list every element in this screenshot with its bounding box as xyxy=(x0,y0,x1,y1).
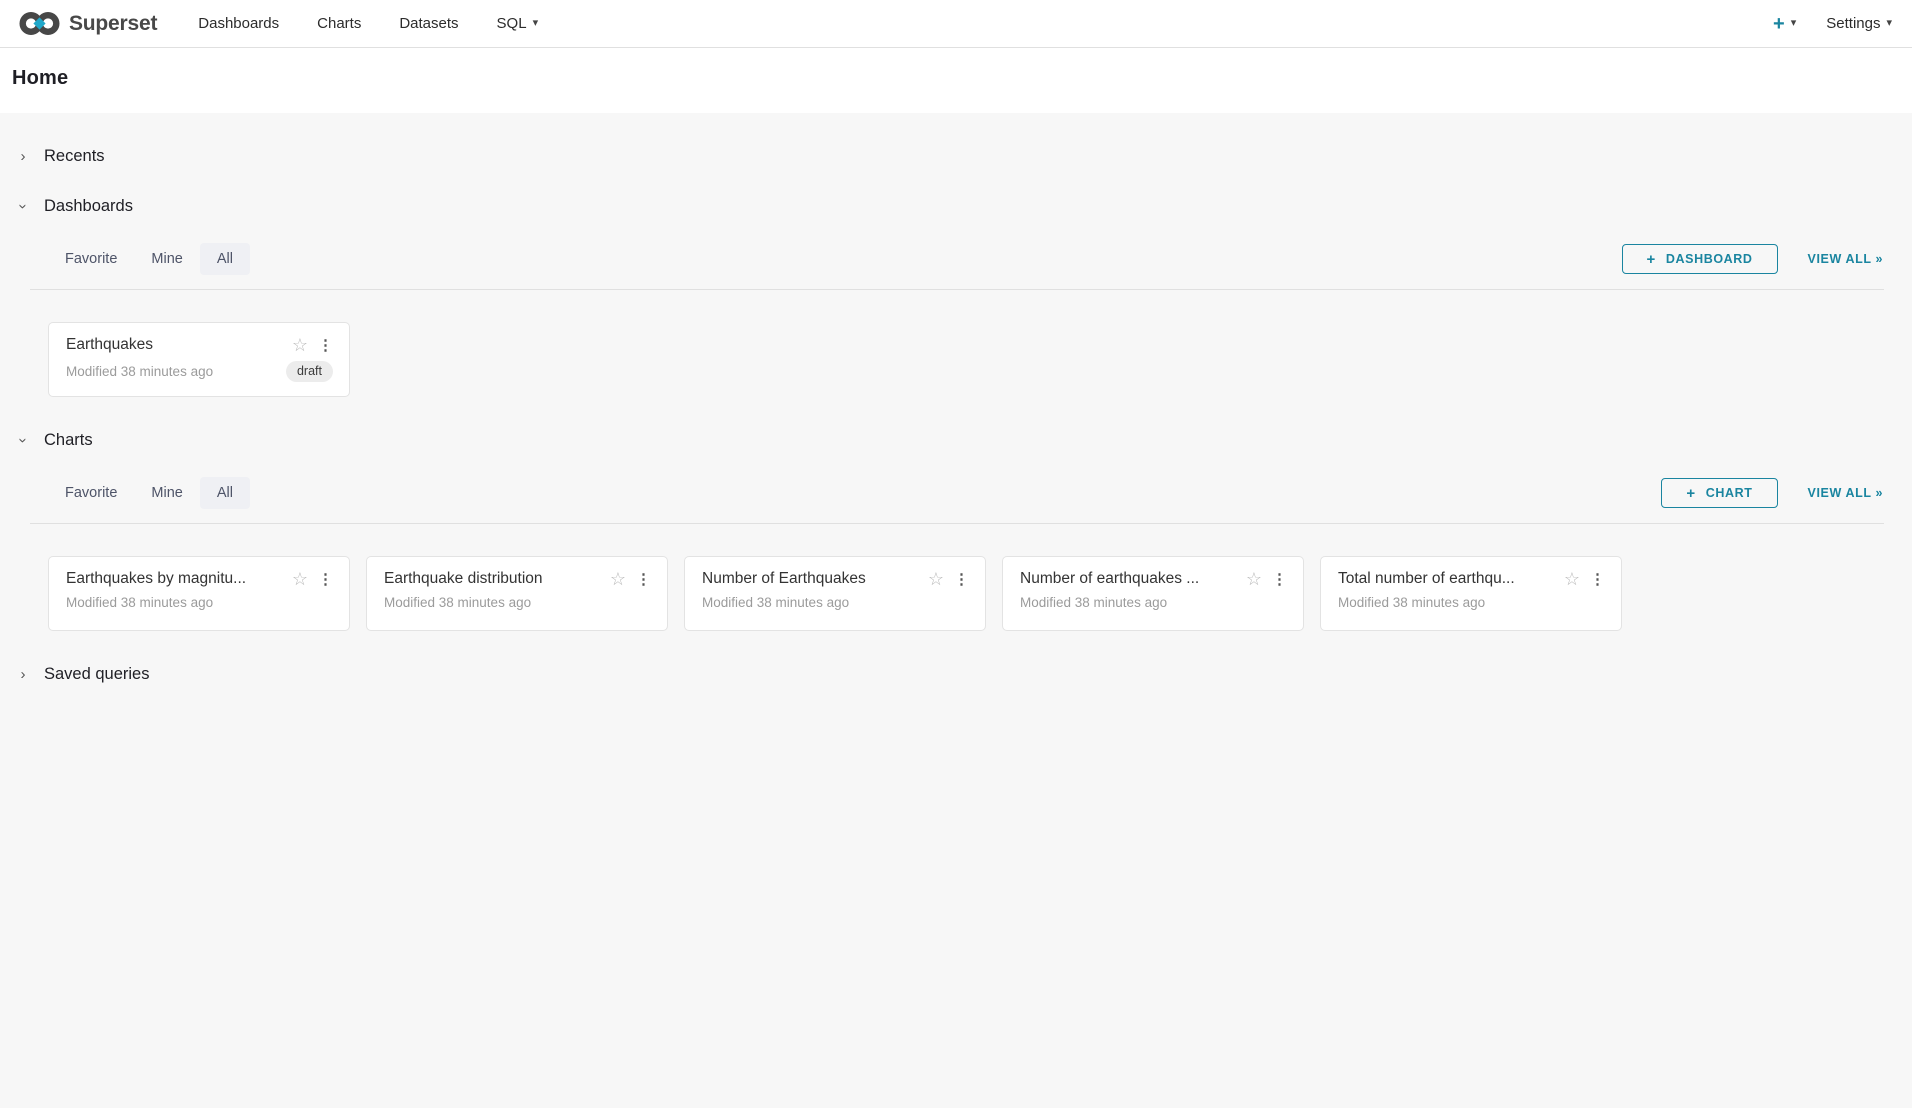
section-title: Charts xyxy=(44,431,93,450)
section-title: Saved queries xyxy=(44,665,150,684)
recents-section-toggle[interactable]: › Recents xyxy=(0,143,1912,169)
chart-card-number-of-earthquakes[interactable]: Number of Earthquakes ☆ ⋮ Modified 38 mi… xyxy=(684,556,986,631)
chevron-down-icon: › xyxy=(16,200,31,212)
section-saved-queries: › Saved queries xyxy=(0,661,1912,687)
section-title: Recents xyxy=(44,147,105,166)
chart-card-earthquakes-by-magnitude[interactable]: Earthquakes by magnitu... ☆ ⋮ Modified 3… xyxy=(48,556,350,631)
kebab-menu-icon[interactable]: ⋮ xyxy=(318,572,333,587)
kebab-menu-icon[interactable]: ⋮ xyxy=(1590,572,1605,587)
charts-submenu: Favorite Mine All + Chart View All » xyxy=(0,477,1912,509)
saved-queries-section-toggle[interactable]: › Saved queries xyxy=(0,661,1912,687)
card-title: Total number of earthqu... xyxy=(1338,570,1556,588)
chart-card-number-of-earthquakes-2[interactable]: Number of earthquakes ... ☆ ⋮ Modified 3… xyxy=(1002,556,1304,631)
nav-item-dashboards[interactable]: Dashboards xyxy=(179,0,298,47)
card-title: Number of Earthquakes xyxy=(702,570,920,588)
navbar-right: + ▾ Settings ▾ xyxy=(1773,14,1898,34)
dashboard-card-earthquakes[interactable]: Earthquakes ☆ ⋮ Modified 38 minutes ago … xyxy=(48,322,350,397)
dashboards-submenu-actions: + Dashboard View All » xyxy=(1622,244,1883,274)
card-modified-text: Modified 38 minutes ago xyxy=(702,595,849,610)
charts-tabs: Favorite Mine All xyxy=(48,477,250,509)
section-title: Dashboards xyxy=(44,197,133,216)
nav-item-label: Datasets xyxy=(399,15,458,32)
chevron-right-icon: › xyxy=(17,667,29,682)
section-recents: › Recents xyxy=(0,143,1912,169)
nav-item-label: Charts xyxy=(317,15,361,32)
favorite-star-icon[interactable]: ☆ xyxy=(292,570,308,588)
top-navbar: Superset Dashboards Charts Datasets SQL … xyxy=(0,0,1912,48)
nav-links: Dashboards Charts Datasets SQL ▾ xyxy=(179,0,557,47)
tab-favorite[interactable]: Favorite xyxy=(48,243,134,275)
brand-name: Superset xyxy=(69,12,157,36)
tab-mine[interactable]: Mine xyxy=(134,243,199,275)
nav-item-charts[interactable]: Charts xyxy=(298,0,380,47)
new-chart-button-label: Chart xyxy=(1706,486,1753,500)
nav-item-label: SQL xyxy=(497,15,527,32)
caret-down-icon: ▾ xyxy=(1791,18,1797,29)
tab-favorite[interactable]: Favorite xyxy=(48,477,134,509)
nav-item-sql[interactable]: SQL ▾ xyxy=(478,0,558,47)
chevron-down-icon: › xyxy=(16,434,31,446)
card-title: Earthquakes by magnitu... xyxy=(66,570,284,588)
favorite-star-icon[interactable]: ☆ xyxy=(1564,570,1580,588)
dashboards-submenu: Favorite Mine All + Dashboard View All » xyxy=(0,243,1912,275)
plus-icon: + xyxy=(1647,251,1656,268)
divider xyxy=(30,523,1884,524)
new-dashboard-button[interactable]: + Dashboard xyxy=(1622,244,1778,274)
nav-item-datasets[interactable]: Datasets xyxy=(380,0,477,47)
kebab-menu-icon[interactable]: ⋮ xyxy=(1272,572,1287,587)
plus-icon: + xyxy=(1686,485,1695,502)
dashboards-view-all-link[interactable]: View All » xyxy=(1808,252,1883,266)
chart-card-total-number-of-earthquakes[interactable]: Total number of earthqu... ☆ ⋮ Modified … xyxy=(1320,556,1622,631)
card-modified-text: Modified 38 minutes ago xyxy=(1020,595,1167,610)
new-dashboard-button-label: Dashboard xyxy=(1666,252,1753,266)
charts-submenu-actions: + Chart View All » xyxy=(1661,478,1883,508)
dashboards-card-row: Earthquakes ☆ ⋮ Modified 38 minutes ago … xyxy=(0,322,1912,397)
tab-all[interactable]: All xyxy=(200,243,250,275)
card-modified-text: Modified 38 minutes ago xyxy=(1338,595,1485,610)
tab-all[interactable]: All xyxy=(200,477,250,509)
charts-section-toggle[interactable]: › Charts xyxy=(0,427,1912,453)
new-item-menu-button[interactable]: + ▾ xyxy=(1773,14,1796,34)
kebab-menu-icon[interactable]: ⋮ xyxy=(954,572,969,587)
draft-status-badge: draft xyxy=(286,361,333,382)
dashboards-section-toggle[interactable]: › Dashboards xyxy=(0,193,1912,219)
divider xyxy=(30,289,1884,290)
favorite-star-icon[interactable]: ☆ xyxy=(292,336,308,354)
charts-view-all-link[interactable]: View All » xyxy=(1808,486,1883,500)
card-modified-text: Modified 38 minutes ago xyxy=(66,364,213,379)
section-charts: › Charts Favorite Mine All + Chart View … xyxy=(0,427,1912,631)
favorite-star-icon[interactable]: ☆ xyxy=(928,570,944,588)
card-title: Earthquake distribution xyxy=(384,570,602,588)
card-modified-text: Modified 38 minutes ago xyxy=(384,595,531,610)
settings-label: Settings xyxy=(1826,15,1880,32)
dashboards-tabs: Favorite Mine All xyxy=(48,243,250,275)
settings-menu-button[interactable]: Settings ▾ xyxy=(1826,15,1892,32)
chevron-right-icon: › xyxy=(17,149,29,164)
caret-down-icon: ▾ xyxy=(1886,18,1892,29)
charts-card-row: Earthquakes by magnitu... ☆ ⋮ Modified 3… xyxy=(0,556,1912,631)
favorite-star-icon[interactable]: ☆ xyxy=(610,570,626,588)
card-modified-text: Modified 38 minutes ago xyxy=(66,595,213,610)
kebab-menu-icon[interactable]: ⋮ xyxy=(636,572,651,587)
card-title: Earthquakes xyxy=(66,336,284,354)
caret-down-icon: ▾ xyxy=(533,18,539,29)
card-title: Number of earthquakes ... xyxy=(1020,570,1238,588)
nav-item-label: Dashboards xyxy=(198,15,279,32)
superset-brand[interactable]: Superset xyxy=(18,10,157,37)
plus-icon: + xyxy=(1773,14,1785,34)
chart-card-earthquake-distribution[interactable]: Earthquake distribution ☆ ⋮ Modified 38 … xyxy=(366,556,668,631)
kebab-menu-icon[interactable]: ⋮ xyxy=(318,338,333,353)
new-chart-button[interactable]: + Chart xyxy=(1661,478,1777,508)
page-title: Home xyxy=(12,67,1900,90)
section-dashboards: › Dashboards Favorite Mine All + Dashboa… xyxy=(0,193,1912,397)
favorite-star-icon[interactable]: ☆ xyxy=(1246,570,1262,588)
superset-logo-icon xyxy=(18,10,61,37)
page-header: Home xyxy=(0,48,1912,113)
home-content: › Recents › Dashboards Favorite Mine All… xyxy=(0,113,1912,687)
tab-mine[interactable]: Mine xyxy=(134,477,199,509)
